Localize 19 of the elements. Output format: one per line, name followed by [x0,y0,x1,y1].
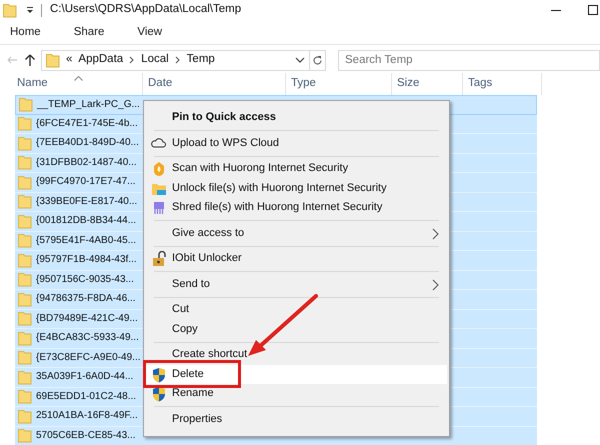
file-name: 35A039F1-6A0D-44... [36,371,134,384]
file-name: {7EEB40D1-849D-40... [36,137,139,150]
file-name: {5795E41F-4AB0-45... [36,234,136,247]
file-name: 2510A1BA-16F8-49F... [36,410,138,422]
file-name: {339BE0FE-E817-40... [36,196,138,208]
file-name: {6FCE47E1-745E-4b... [36,118,138,130]
file-name: {9507156C-9035-43... [36,274,134,286]
file-name: {BD79489E-421C-49... [36,312,138,325]
file-name: 69E5EDD1-01C2-48... [36,390,136,403]
file-name: {E73C8EFC-A9E0-49... [36,352,140,364]
file-name: 5705C6EB-CE85-43... [36,430,136,442]
file-name: {94786375-F8DA-46... [36,293,136,306]
file-name: {99FC4970-17E7-47... [36,176,136,188]
file-name: __TEMP_Lark-PC_G... [37,98,140,111]
window-title: C:\Users\QDRS\AppData\Local\Temp [50,3,242,17]
file-name: {95797F1B-4984-43f... [36,254,137,266]
file-name: {001812DB-8B34-44... [36,215,136,228]
file-name: {31DFBB02-1487-40... [36,156,137,169]
file-name: {E4BCA83C-5933-49... [36,332,139,344]
